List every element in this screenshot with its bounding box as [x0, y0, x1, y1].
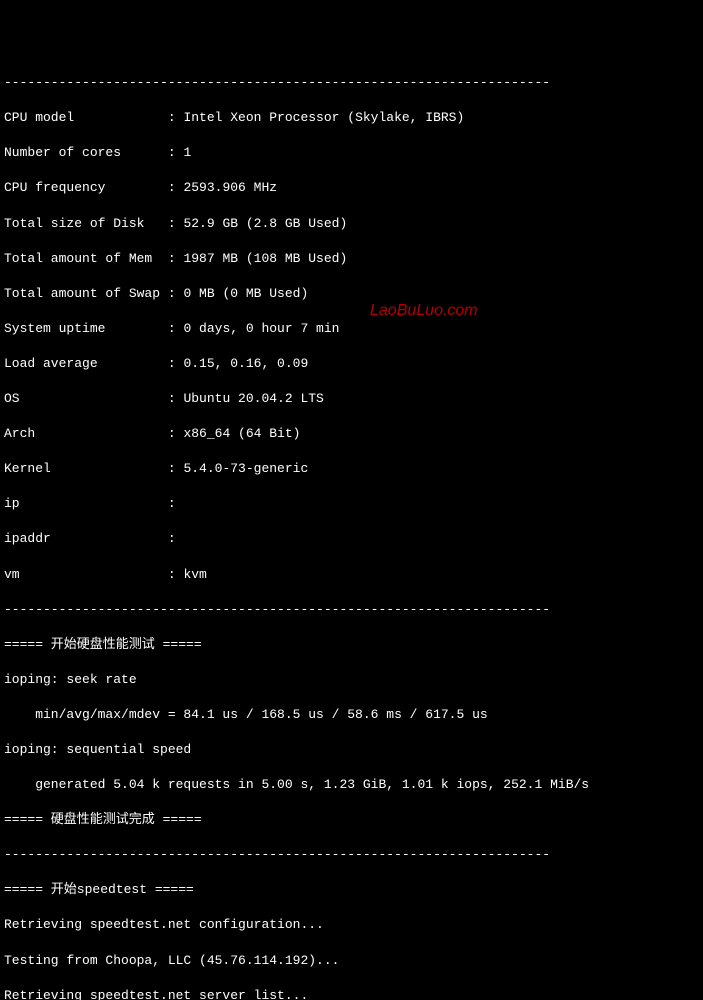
sysinfo-label: System uptime [4, 321, 168, 336]
disk-test-footer: ===== 硬盘性能测试完成 ===== [4, 811, 699, 829]
sysinfo-row: OS : Ubuntu 20.04.2 LTS [4, 390, 699, 408]
sysinfo-row: Total size of Disk : 52.9 GB (2.8 GB Use… [4, 215, 699, 233]
sysinfo-row: CPU model : Intel Xeon Processor (Skylak… [4, 109, 699, 127]
sysinfo-value: 2593.906 MHz [183, 180, 277, 195]
sysinfo-value: 0 days, 0 hour 7 min [183, 321, 339, 336]
speedtest-line: Testing from Choopa, LLC (45.76.114.192)… [4, 952, 699, 970]
sysinfo-value: 52.9 GB (2.8 GB Used) [183, 216, 347, 231]
divider: ----------------------------------------… [4, 601, 699, 619]
sysinfo-row: System uptime : 0 days, 0 hour 7 min [4, 320, 699, 338]
sysinfo-label: Kernel [4, 461, 168, 476]
sysinfo-label: OS [4, 391, 168, 406]
ioping-seq-label: ioping: sequential speed [4, 741, 699, 759]
sysinfo-label: CPU frequency [4, 180, 168, 195]
speedtest-line: Retrieving speedtest.net server list... [4, 987, 699, 1000]
sysinfo-label: Total amount of Swap [4, 286, 168, 301]
sysinfo-row: Total amount of Mem : 1987 MB (108 MB Us… [4, 250, 699, 268]
divider: ----------------------------------------… [4, 846, 699, 864]
ioping-seq-stats: generated 5.04 k requests in 5.00 s, 1.2… [4, 776, 699, 794]
ioping-seek-label: ioping: seek rate [4, 671, 699, 689]
watermark-text: LaoBuLuo.com [370, 300, 478, 322]
sysinfo-value: x86_64 (64 Bit) [183, 426, 300, 441]
sysinfo-row: Total amount of Swap : 0 MB (0 MB Used) [4, 285, 699, 303]
sysinfo-value: 1 [183, 145, 191, 160]
sysinfo-value: 0 MB (0 MB Used) [183, 286, 308, 301]
sysinfo-label: Total amount of Mem [4, 251, 168, 266]
sysinfo-row: ip : [4, 495, 699, 513]
sysinfo-value: 1987 MB (108 MB Used) [183, 251, 347, 266]
speedtest-line: Retrieving speedtest.net configuration..… [4, 916, 699, 934]
speedtest-header: ===== 开始speedtest ===== [4, 881, 699, 899]
sysinfo-row: vm : kvm [4, 566, 699, 584]
disk-test-header: ===== 开始硬盘性能测试 ===== [4, 636, 699, 654]
sysinfo-row: ipaddr : [4, 530, 699, 548]
sysinfo-row: Load average : 0.15, 0.16, 0.09 [4, 355, 699, 373]
sysinfo-value: Ubuntu 20.04.2 LTS [183, 391, 323, 406]
divider-top: ----------------------------------------… [4, 74, 699, 92]
sysinfo-row: Arch : x86_64 (64 Bit) [4, 425, 699, 443]
sysinfo-value: 0.15, 0.16, 0.09 [183, 356, 308, 371]
sysinfo-label: CPU model [4, 110, 168, 125]
sysinfo-label: Arch [4, 426, 168, 441]
sysinfo-value: kvm [183, 567, 206, 582]
sysinfo-value: Intel Xeon Processor (Skylake, IBRS) [183, 110, 464, 125]
sysinfo-label: vm [4, 567, 168, 582]
sysinfo-label: Load average [4, 356, 168, 371]
sysinfo-label: ip [4, 496, 168, 511]
sysinfo-value: 5.4.0-73-generic [183, 461, 308, 476]
sysinfo-row: CPU frequency : 2593.906 MHz [4, 179, 699, 197]
sysinfo-label: Total size of Disk [4, 216, 168, 231]
sysinfo-row: Number of cores : 1 [4, 144, 699, 162]
sysinfo-label: Number of cores [4, 145, 168, 160]
ioping-seek-stats: min/avg/max/mdev = 84.1 us / 168.5 us / … [4, 706, 699, 724]
sysinfo-row: Kernel : 5.4.0-73-generic [4, 460, 699, 478]
sysinfo-label: ipaddr [4, 531, 168, 546]
